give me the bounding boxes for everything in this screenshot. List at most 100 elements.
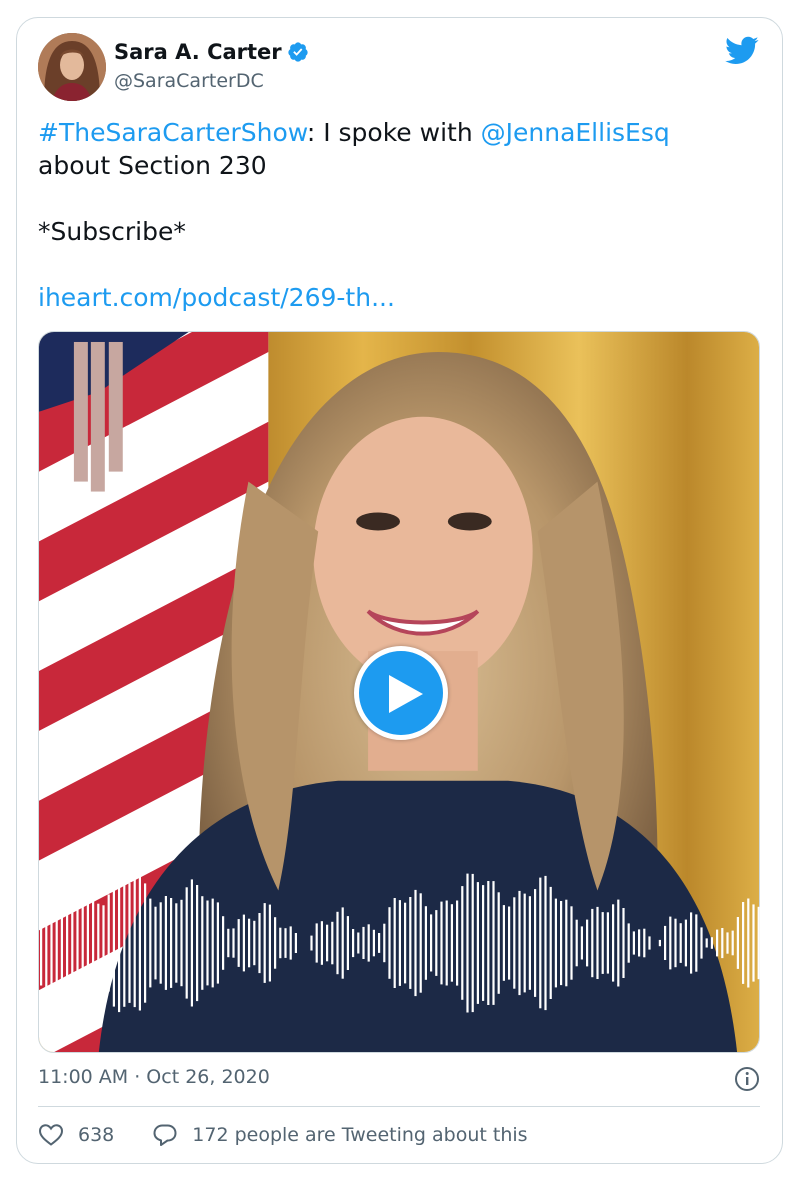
waveform-bar: [513, 897, 516, 989]
waveform-bar: [476, 882, 479, 1004]
waveform-bar: [528, 896, 531, 990]
hashtag-link[interactable]: #TheSaraCarterShow: [38, 118, 307, 147]
waveform-bar: [601, 912, 604, 974]
speech-bubble-icon[interactable]: [152, 1123, 178, 1147]
divider: [38, 1106, 760, 1107]
waveform-bar: [606, 912, 609, 974]
waveform-bar: [201, 896, 204, 990]
play-button[interactable]: [354, 646, 448, 740]
waveform-bar: [123, 879, 126, 1007]
waveform-bar: [679, 923, 682, 963]
waveform-bar: [289, 926, 292, 960]
waveform-bar: [92, 898, 95, 988]
waveform-bar: [487, 881, 490, 1005]
waveform-bar: [497, 892, 500, 994]
waveform-bar: [248, 918, 251, 968]
waveform-bar: [612, 904, 615, 982]
waveform-bar: [445, 900, 448, 986]
waveform-bar: [502, 905, 505, 981]
waveform-bar: [232, 928, 235, 958]
waveform-bar: [372, 929, 375, 957]
waveform-bar: [586, 919, 589, 967]
waveform-bar: [440, 901, 443, 985]
mention-link[interactable]: @JennaEllisEsq: [481, 118, 670, 147]
waveform-bar: [658, 939, 661, 947]
waveform-bar: [206, 900, 209, 986]
waveform-bar: [575, 919, 578, 967]
audio-waveform: [40, 873, 760, 1013]
waveform-bar: [456, 900, 459, 986]
waveform-bar: [664, 925, 667, 960]
like-count[interactable]: 638: [78, 1124, 114, 1146]
waveform-bar: [643, 928, 646, 958]
waveform-bar: [149, 898, 152, 988]
waveform-bar: [669, 916, 672, 970]
avatar[interactable]: [38, 33, 106, 101]
tweet-actions: 638 172 people are Tweeting about this: [38, 1120, 528, 1150]
waveform-bar: [388, 907, 391, 979]
waveform-bar: [258, 913, 261, 974]
tweet-text: #TheSaraCarterShow: I spoke with @JennaE…: [38, 116, 758, 314]
waveform-bar: [560, 901, 563, 986]
waveform-bar: [128, 883, 131, 1003]
waveform-bar: [554, 898, 557, 988]
waveform-bar: [367, 924, 370, 962]
waveform-bar: [632, 931, 635, 955]
heart-icon[interactable]: [38, 1123, 64, 1147]
waveform-bar: [674, 918, 677, 968]
waveform-bar: [185, 887, 188, 999]
waveform-bar: [107, 894, 110, 992]
waveform-bar: [180, 899, 183, 987]
waveform-bar: [294, 933, 297, 953]
user-handle[interactable]: @SaraCarterDC: [114, 70, 264, 92]
info-icon[interactable]: [734, 1066, 760, 1092]
waveform-bar: [684, 919, 687, 967]
subscribe-text: *Subscribe*: [38, 217, 186, 246]
waveform-bar: [315, 923, 318, 963]
waveform-bar: [409, 897, 412, 989]
waveform-bar: [700, 927, 703, 959]
waveform-bar: [414, 889, 417, 997]
waveform-bar: [638, 929, 641, 957]
waveform-bar: [97, 903, 100, 983]
waveform-bar: [690, 912, 693, 974]
waveform-bar: [263, 903, 266, 983]
waveform-bar: [471, 873, 474, 1013]
waveform-bar: [175, 903, 178, 983]
waveform-bar: [60, 885, 63, 1001]
waveform-bar: [320, 921, 323, 965]
waveform-bar: [518, 890, 521, 996]
waveform-bar: [539, 877, 542, 1009]
waveform-bar: [705, 938, 708, 948]
waveform-bar: [274, 917, 277, 969]
waveform-bar: [310, 935, 313, 951]
waveform-bar: [726, 932, 729, 954]
waveform-bar: [357, 932, 360, 954]
verified-badge-icon: [288, 42, 308, 62]
display-name[interactable]: Sara A. Carter: [114, 40, 282, 64]
waveform-bar: [71, 893, 74, 993]
waveform-bar: [112, 879, 115, 1007]
waveform-bar: [55, 895, 58, 991]
tweet-text-fragment: : I spoke with: [306, 118, 481, 147]
waveform-bar: [731, 930, 734, 956]
waveform-bar: [154, 906, 157, 980]
podcast-link[interactable]: iheart.com/podcast/269-th...: [38, 281, 758, 314]
waveform-bar: [419, 893, 422, 993]
tweeting-about-link[interactable]: 172 people are Tweeting about this: [192, 1124, 527, 1146]
waveform-bar: [695, 914, 698, 972]
waveform-bar: [466, 873, 469, 1013]
waveform-bar: [253, 920, 256, 966]
waveform-bar: [721, 928, 724, 959]
waveform-bar: [144, 883, 147, 1003]
waveform-bar: [742, 902, 745, 984]
waveform-bar: [237, 919, 240, 967]
waveform-bar: [284, 928, 287, 958]
waveform-bar: [216, 902, 219, 984]
waveform-bar: [242, 914, 245, 972]
waveform-bar: [76, 905, 79, 981]
waveform-bar: [50, 900, 53, 986]
twitter-bird-icon[interactable]: [725, 35, 759, 65]
waveform-bar: [617, 899, 620, 987]
tweet-timestamp[interactable]: 11:00 AM · Oct 26, 2020: [38, 1066, 270, 1088]
